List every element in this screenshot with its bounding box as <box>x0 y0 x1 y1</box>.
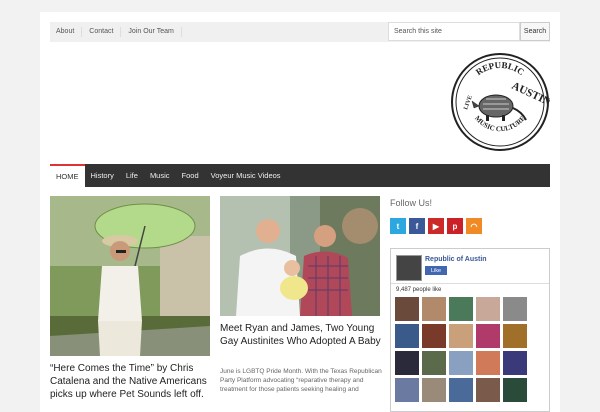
youtube-icon[interactable]: ▶ <box>428 218 444 234</box>
fan-avatar[interactable] <box>449 324 473 348</box>
nav-life[interactable]: Life <box>120 164 144 187</box>
page-container: About Contact Join Our Team Search this … <box>40 12 560 412</box>
pinterest-icon[interactable]: p <box>447 218 463 234</box>
fan-avatar[interactable] <box>449 378 473 402</box>
article-1-title[interactable]: “Here Comes the Time” by Chris Catalena … <box>50 362 212 401</box>
fan-avatar[interactable] <box>422 351 446 375</box>
article-2-title[interactable]: Meet Ryan and James, Two Young Gay Austi… <box>220 322 382 348</box>
article-2-excerpt: June is LGBTQ Pride Month. With the Texa… <box>220 368 382 393</box>
fan-avatar[interactable] <box>395 378 419 402</box>
nav-food[interactable]: Food <box>176 164 205 187</box>
article-1-image[interactable] <box>50 196 210 356</box>
search-button[interactable]: Search <box>520 22 550 41</box>
article-2-image[interactable] <box>220 196 380 316</box>
fan-avatar[interactable] <box>503 351 527 375</box>
fan-avatar[interactable] <box>476 351 500 375</box>
facebook-page-name[interactable]: Republic of Austin <box>425 256 487 263</box>
nav-music[interactable]: Music <box>144 164 176 187</box>
facebook-like-button[interactable]: Like <box>425 266 447 275</box>
facebook-like-label: Like <box>430 267 442 274</box>
fan-avatar[interactable] <box>476 297 500 321</box>
facebook-icon[interactable]: f <box>409 218 425 234</box>
fan-avatar[interactable] <box>449 351 473 375</box>
rss-icon[interactable]: ◠ <box>466 218 482 234</box>
fan-avatar[interactable] <box>476 324 500 348</box>
fan-avatar[interactable] <box>503 297 527 321</box>
fan-avatar[interactable] <box>422 324 446 348</box>
top-link-join[interactable]: Join Our Team <box>121 27 182 37</box>
facebook-page-avatar[interactable] <box>396 255 422 281</box>
fan-avatar[interactable] <box>503 378 527 402</box>
top-links: About Contact Join Our Team <box>56 22 182 42</box>
fan-avatar[interactable] <box>395 297 419 321</box>
follow-us-title: Follow Us! <box>390 198 433 208</box>
fan-avatar[interactable] <box>476 378 500 402</box>
fan-avatar[interactable] <box>395 324 419 348</box>
main-nav: HOME History Life Music Food Voyeur Musi… <box>50 164 550 187</box>
fan-avatar[interactable] <box>422 378 446 402</box>
twitter-icon[interactable]: t <box>390 218 406 234</box>
nav-home[interactable]: HOME <box>50 164 85 187</box>
facebook-like-count: 9,487 people like <box>396 287 442 293</box>
facebook-widget: Republic of Austin Like 9,487 people lik… <box>390 248 550 412</box>
fan-avatar[interactable] <box>395 351 419 375</box>
fan-avatar[interactable] <box>503 324 527 348</box>
site-logo[interactable]: REPUBLIC MUSIC CULTURE AUSTIN LIVE <box>450 52 553 152</box>
top-bar: About Contact Join Our Team Search this … <box>50 22 550 42</box>
top-link-contact[interactable]: Contact <box>82 27 122 37</box>
fan-avatar[interactable] <box>422 297 446 321</box>
search-input[interactable]: Search this site <box>388 22 520 41</box>
nav-voyeur-music-videos[interactable]: Voyeur Music Videos <box>205 164 287 187</box>
top-link-about[interactable]: About <box>56 27 83 37</box>
nav-history[interactable]: History <box>85 164 120 187</box>
divider <box>391 283 549 284</box>
social-icons: t f ▶ p ◠ <box>390 218 482 234</box>
fan-avatar[interactable] <box>449 297 473 321</box>
facebook-fan-grid <box>395 297 527 402</box>
